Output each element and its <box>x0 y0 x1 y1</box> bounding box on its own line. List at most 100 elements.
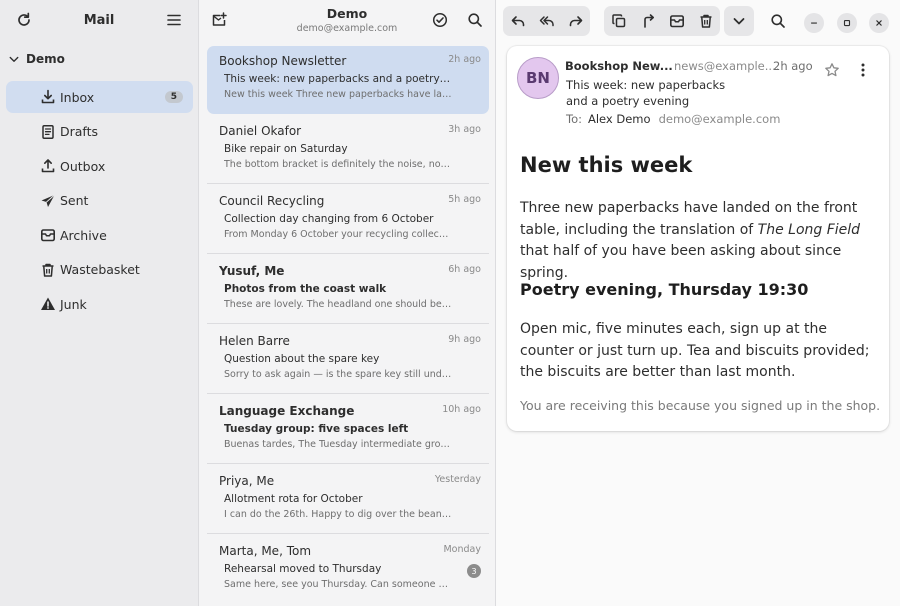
inbox-download-icon <box>40 89 56 105</box>
dropdown-toggle[interactable] <box>724 6 754 36</box>
maximize-button[interactable] <box>837 13 857 33</box>
reply-button-group <box>503 6 590 36</box>
body-text: that half of you have been asking about … <box>520 243 842 281</box>
body-heading: New this week <box>520 153 693 177</box>
folder-junk[interactable]: Junk <box>6 288 193 320</box>
search-icon <box>770 13 786 29</box>
unread-count-badge: 5 <box>164 91 183 103</box>
message-subject: Collection day changing from 6 October <box>224 213 434 225</box>
reply-all-icon <box>539 13 555 29</box>
message-time: Yesterday <box>434 474 481 485</box>
select-mode-button[interactable] <box>428 8 452 32</box>
message-time: 5h ago <box>448 194 481 205</box>
outbox-upload-icon <box>40 158 56 174</box>
account-expander[interactable]: Demo <box>8 52 65 66</box>
body-italic-title: The Long Field <box>757 221 861 238</box>
reader-sender-name: Bookshop New... <box>565 59 673 73</box>
message-sender: Yusuf, Me <box>219 264 285 278</box>
message-sender: Bookshop Newsletter <box>219 54 347 68</box>
chevron-down-icon <box>731 13 747 29</box>
folder-label: Archive <box>60 227 107 243</box>
message-preview: The bottom bracket is definitely the noi… <box>224 159 452 170</box>
account-name: Demo <box>26 52 65 66</box>
message-preview: Buenas tardes, The Tuesday intermediate … <box>224 439 452 450</box>
close-icon <box>874 18 884 28</box>
reader-pane: BN Bookshop New... news@example.... 2h a… <box>497 0 900 606</box>
minimize-icon <box>809 18 819 28</box>
check-circle-icon <box>432 12 448 28</box>
folder-inbox[interactable]: Inbox 5 <box>6 81 193 113</box>
more-actions-dropdown[interactable] <box>724 6 754 36</box>
star-icon <box>824 62 840 78</box>
list-search-button[interactable] <box>463 8 487 32</box>
delete-button[interactable] <box>691 6 720 36</box>
folder-outbox[interactable]: Outbox <box>6 150 193 182</box>
main-menu-button[interactable] <box>162 8 186 32</box>
reader-search-button[interactable] <box>763 6 792 36</box>
folder-label: Drafts <box>60 124 99 139</box>
message-subject: Tuesday group: five spaces left <box>224 423 409 435</box>
message-preview: I can do the 26th. Happy to dig over the… <box>224 509 452 520</box>
message-preview: These are lovely. The headland one shoul… <box>224 299 452 310</box>
sidebar-header: Mail <box>0 0 198 40</box>
sent-paper-plane-icon <box>40 193 56 209</box>
wastebasket-icon <box>698 13 714 29</box>
search-icon <box>467 12 483 28</box>
message-time: 10h ago <box>442 404 481 415</box>
more-options-button[interactable] <box>855 62 871 82</box>
message-row[interactable]: Daniel Okafor 3h ago Bike repair on Satu… <box>207 116 489 184</box>
message-subject: Photos from the coast walk <box>224 283 387 295</box>
reply-button[interactable] <box>503 6 532 36</box>
folder-label: Sent <box>60 193 89 208</box>
message-subject: Rehearsal moved to Thursday <box>224 563 382 575</box>
message-time: 6h ago <box>448 264 481 275</box>
junk-warning-icon <box>40 296 56 312</box>
copy-icon <box>611 13 627 29</box>
message-actions-group <box>604 6 720 36</box>
folder-drafts[interactable]: Drafts <box>6 116 193 148</box>
folder-sent[interactable]: Sent <box>6 185 193 217</box>
folder-wastebasket[interactable]: Wastebasket <box>6 254 193 286</box>
message-row[interactable]: Yusuf, Me 6h ago Photos from the coast w… <box>207 256 489 324</box>
message-preview: Same here, see you Thursday. Can someone… <box>224 579 452 590</box>
move-button[interactable] <box>633 6 662 36</box>
message-preview: From Monday 6 October your recycling col… <box>224 229 452 240</box>
reader-time: 2h ago <box>773 59 813 73</box>
message-row[interactable]: Helen Barre 9h ago Question about the sp… <box>207 326 489 394</box>
reply-all-button[interactable] <box>532 6 561 36</box>
thread-count-badge: 3 <box>467 564 481 578</box>
wastebasket-icon <box>40 262 56 278</box>
message-time: 2h ago <box>448 54 481 65</box>
copy-button[interactable] <box>604 6 633 36</box>
sidebar-title: Mail <box>83 12 115 28</box>
recipient-name: Alex Demo <box>587 112 651 126</box>
avatar: BN <box>517 57 559 99</box>
message-row[interactable]: Language Exchange 10h ago Tuesday group:… <box>207 396 489 464</box>
refresh-button[interactable] <box>12 8 36 32</box>
archive-button[interactable] <box>662 6 691 36</box>
to-label: To: <box>566 112 582 126</box>
folder-archive[interactable]: Archive <box>6 219 193 251</box>
message-sender: Daniel Okafor <box>219 124 302 138</box>
reader-toolbar <box>497 6 900 36</box>
forward-button[interactable] <box>561 6 590 36</box>
message-sender: Helen Barre <box>219 334 290 348</box>
message-row[interactable]: Priya, Me Yesterday Allotment rota for O… <box>207 466 489 534</box>
body-paragraph: Three new paperbacks have landed on the … <box>520 198 878 284</box>
message-row[interactable]: Bookshop Newsletter 2h ago This week: ne… <box>207 46 489 114</box>
star-button[interactable] <box>824 62 840 82</box>
move-to-icon <box>640 13 656 29</box>
archive-icon <box>40 227 56 243</box>
minimize-button[interactable] <box>804 13 824 33</box>
message-list-header: Demo demo@example.com <box>199 0 495 40</box>
close-button[interactable] <box>869 13 889 33</box>
sidebar: Mail Demo Inbox 5 Drafts Outbox Sent Arc… <box>0 0 199 606</box>
folder-label: Junk <box>60 296 87 312</box>
folder-list: Inbox 5 Drafts Outbox Sent Archive Waste… <box>6 81 193 323</box>
reader-subject: This week: new paperbacks and a poetry e… <box>566 78 726 108</box>
body-footer: You are receiving this because you signe… <box>520 398 881 413</box>
reader-recipients: To: Alex Demo demo@example.com <box>566 112 780 126</box>
message-row[interactable]: Council Recycling 5h ago Collection day … <box>207 186 489 254</box>
body-subheading: Poetry evening, Thursday 19:30 <box>520 280 809 299</box>
message-row[interactable]: Marta, Me, Tom Monday 3 Rehearsal moved … <box>207 536 489 604</box>
